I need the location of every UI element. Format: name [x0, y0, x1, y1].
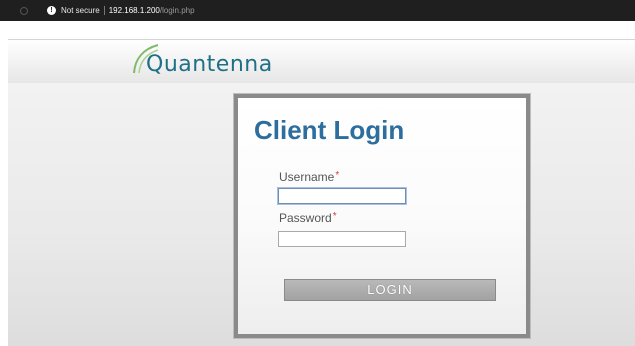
url-field[interactable]: 192.168.1.200/login.php — [109, 6, 195, 15]
info-icon[interactable]: ! — [47, 6, 56, 15]
username-input[interactable] — [278, 188, 406, 204]
login-title: Client Login — [254, 115, 405, 145]
browser-address-bar: ! Not secure 192.168.1.200/login.php — [0, 0, 635, 21]
username-label: Username* — [279, 170, 339, 184]
browser-nav-button[interactable] — [20, 6, 28, 15]
header-band — [8, 39, 635, 83]
password-required-marker: * — [332, 211, 337, 222]
url-path[interactable]: /login.php — [160, 6, 195, 15]
address-separator — [103, 6, 105, 15]
security-status-text[interactable]: Not secure — [61, 6, 100, 15]
password-input[interactable] — [278, 231, 406, 247]
login-panel: Client Login Username* Password* LOGIN — [234, 94, 530, 338]
username-required-marker: * — [335, 170, 340, 181]
quantenna-logo: Quantenna — [131, 43, 272, 83]
password-label-text: Password — [279, 211, 332, 225]
page-content: Quantenna Client Login Username* Passwor… — [0, 21, 635, 346]
password-label: Password* — [279, 211, 337, 225]
url-host[interactable]: 192.168.1.200 — [109, 6, 160, 15]
username-label-text: Username — [279, 170, 335, 184]
logo-text: Quantenna — [146, 52, 273, 77]
login-button[interactable]: LOGIN — [284, 279, 496, 301]
